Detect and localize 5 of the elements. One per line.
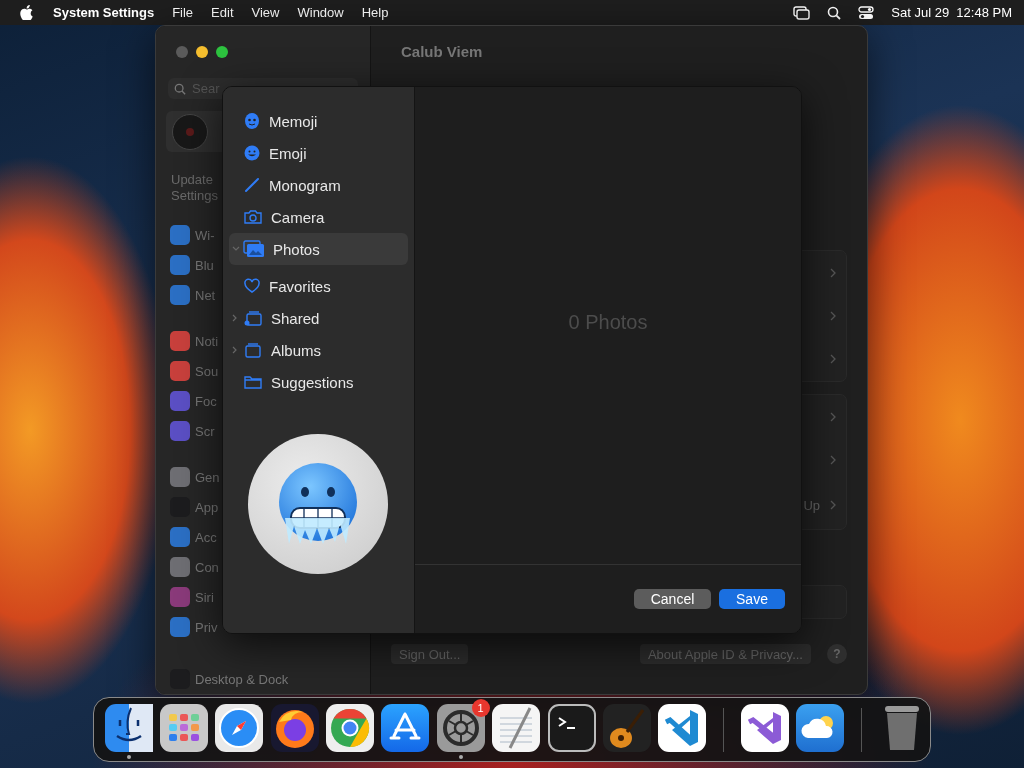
update-notice-text: Settings <box>171 188 218 204</box>
notification-badge: 1 <box>471 699 490 717</box>
update-notice-text: Update <box>171 172 213 188</box>
window-title: Calub Viem <box>401 43 484 60</box>
row-label: Up <box>803 497 820 513</box>
